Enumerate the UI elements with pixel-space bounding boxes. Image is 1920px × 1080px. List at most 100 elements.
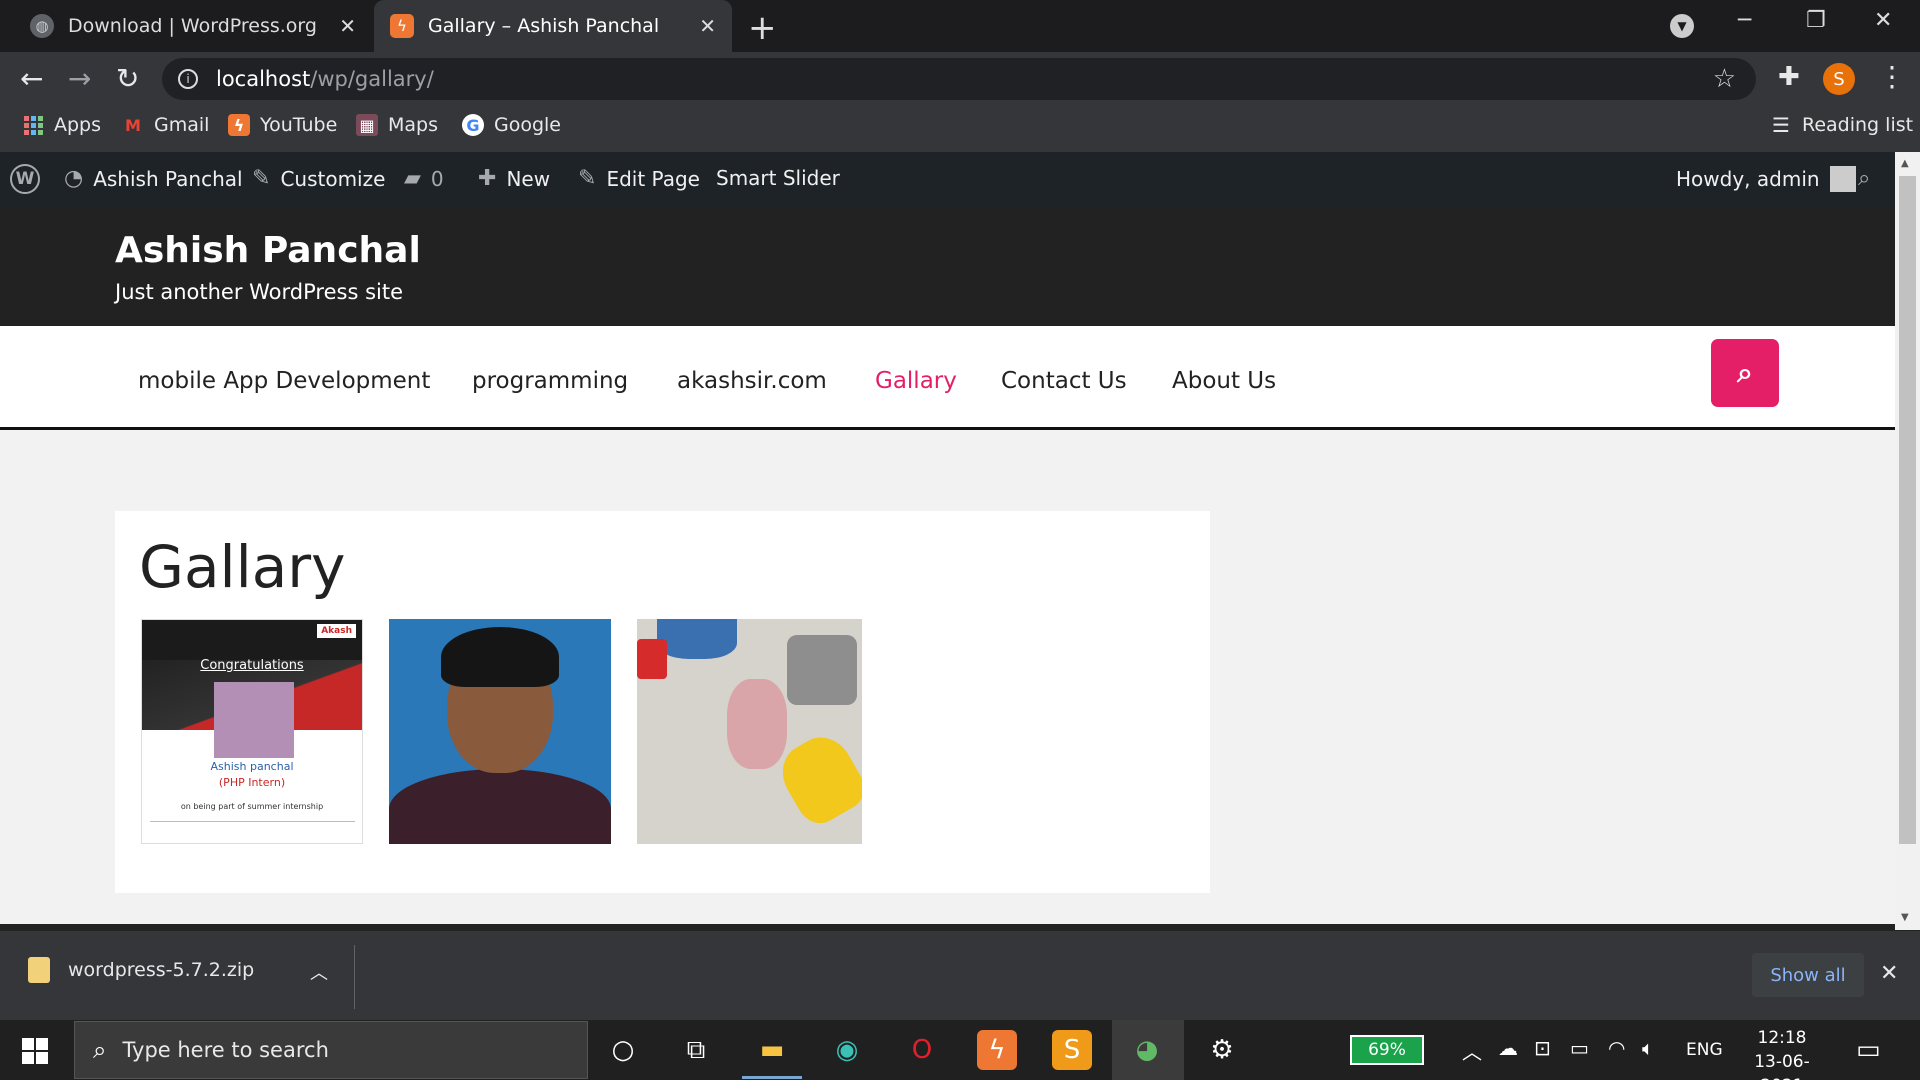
download-bar: wordpress-5.7.2.zip ︿ Show all ✕ bbox=[0, 930, 1920, 1020]
bookmark-youtube[interactable]: ϟ YouTube bbox=[228, 114, 337, 136]
bookmark-gmail[interactable]: M Gmail bbox=[122, 114, 209, 136]
admin-customize[interactable]: ✎ Customize bbox=[252, 166, 385, 191]
admin-search[interactable]: ⌕ bbox=[1858, 166, 1870, 191]
opera-icon[interactable]: O bbox=[902, 1030, 942, 1070]
tab-search-icon[interactable]: ▼ bbox=[1670, 14, 1694, 38]
bookmark-star-icon[interactable]: ☆ bbox=[1713, 64, 1736, 94]
notifications-icon[interactable]: ▭ bbox=[1856, 1035, 1881, 1065]
edge-icon[interactable]: ◉ bbox=[827, 1030, 867, 1070]
certificate-note: on being part of summer internship bbox=[180, 802, 324, 811]
portrait-hair bbox=[441, 627, 559, 687]
profile-avatar[interactable]: S bbox=[1823, 63, 1855, 95]
bookmark-maps[interactable]: ▦ Maps bbox=[356, 114, 438, 136]
language-indicator[interactable]: ENG bbox=[1686, 1040, 1723, 1060]
wp-logo-menu[interactable]: W bbox=[10, 164, 40, 194]
admin-site-name-label: Ashish Panchal bbox=[93, 166, 243, 191]
wp-admin-bar: W ◔ Ashish Panchal ✎ Customize ▰ 0 ✚ New… bbox=[0, 152, 1895, 208]
bookmark-label: Apps bbox=[54, 114, 102, 136]
dashboard-icon: ◔ bbox=[64, 166, 84, 191]
cleaning-sleeve bbox=[657, 619, 737, 659]
battery-icon[interactable]: ▭ bbox=[1570, 1036, 1589, 1060]
taskbar-search-box[interactable]: ⌕ Type here to search bbox=[74, 1021, 588, 1079]
file-explorer-icon[interactable]: ▬ bbox=[752, 1030, 792, 1070]
close-icon[interactable]: ✕ bbox=[699, 14, 716, 38]
page-title: Gallary bbox=[139, 533, 346, 601]
bookmark-label: Gmail bbox=[154, 114, 210, 136]
download-divider bbox=[354, 945, 355, 1009]
tab-gallary[interactable]: ϟ Gallary – Ashish Panchal ✕ bbox=[374, 0, 732, 52]
admin-comments[interactable]: ▰ 0 bbox=[404, 166, 444, 191]
bookmark-apps[interactable]: Apps bbox=[22, 114, 101, 136]
menu-item-mobile-app-development[interactable]: mobile App Development bbox=[138, 368, 430, 394]
reading-list-label: Reading list bbox=[1802, 114, 1914, 136]
tab-wordpress-download[interactable]: ◍ Download | WordPress.org ✕ bbox=[14, 0, 372, 52]
smart-slider-label: Smart Slider bbox=[716, 166, 840, 190]
certificate-role: (PHP Intern) bbox=[218, 776, 286, 789]
gallery-image-certificate[interactable]: Akash Congratulations Ashish panchal (PH… bbox=[141, 619, 363, 844]
menu-item-contact-us[interactable]: Contact Us bbox=[1001, 368, 1127, 394]
menu-kebab-icon[interactable]: ⋮ bbox=[1878, 60, 1906, 93]
gallery-image-cleaning[interactable] bbox=[637, 619, 862, 844]
back-icon[interactable]: ← bbox=[20, 62, 43, 95]
extensions-icon[interactable]: ✚ bbox=[1778, 62, 1800, 92]
info-icon[interactable]: i bbox=[178, 69, 198, 89]
menu-item-programming[interactable]: programming bbox=[472, 368, 628, 394]
reading-list[interactable]: ☰ Reading list bbox=[1770, 113, 1914, 137]
new-tab-button[interactable]: + bbox=[748, 8, 777, 48]
chevron-up-icon[interactable]: ︿ bbox=[310, 959, 328, 985]
onedrive-cloud-icon[interactable]: ☁ bbox=[1498, 1036, 1518, 1060]
volume-icon[interactable]: 🔈︎ bbox=[1642, 1036, 1654, 1060]
gmail-icon: M bbox=[125, 115, 141, 135]
restore-icon[interactable]: ❐ bbox=[1806, 8, 1826, 33]
settings-gear-icon[interactable]: ⚙ bbox=[1202, 1030, 1242, 1070]
system-clock[interactable]: 12:18 13-06-2021 bbox=[1734, 1026, 1830, 1080]
admin-new[interactable]: ✚ New bbox=[478, 166, 550, 191]
admin-account[interactable]: Howdy, admin bbox=[1676, 166, 1856, 192]
scrollbar-thumb[interactable] bbox=[1899, 176, 1916, 844]
pencil-icon: ✎ bbox=[578, 166, 597, 191]
show-all-button[interactable]: Show all bbox=[1752, 953, 1864, 997]
admin-site-name[interactable]: ◔ Ashish Panchal bbox=[64, 166, 243, 191]
window-close-icon[interactable]: ✕ bbox=[1874, 8, 1892, 33]
forward-icon[interactable]: → bbox=[68, 62, 91, 95]
windows-start-icon[interactable] bbox=[22, 1038, 48, 1064]
admin-smart-slider[interactable]: Smart Slider bbox=[716, 166, 840, 190]
scroll-up-icon[interactable]: ▲ bbox=[1901, 158, 1909, 169]
sublime-text-icon[interactable]: S bbox=[1052, 1030, 1092, 1070]
cleaning-bucket bbox=[787, 635, 857, 705]
site-title[interactable]: Ashish Panchal bbox=[115, 230, 421, 271]
scroll-down-icon[interactable]: ▼ bbox=[1901, 912, 1909, 923]
menu-item-about-us[interactable]: About Us bbox=[1172, 368, 1276, 394]
admin-edit-page[interactable]: ✎ Edit Page bbox=[578, 166, 700, 191]
menu-item-gallary[interactable]: Gallary bbox=[875, 368, 957, 394]
close-icon[interactable]: ✕ bbox=[339, 14, 356, 38]
gallery-image-portrait[interactable] bbox=[389, 619, 611, 844]
reload-icon[interactable]: ↻ bbox=[116, 62, 139, 95]
search-button[interactable]: ⌕ bbox=[1711, 339, 1779, 407]
xampp-icon: ϟ bbox=[228, 114, 250, 136]
network-alert-icon[interactable]: ⊡ bbox=[1534, 1036, 1551, 1060]
certificate-heading: Congratulations bbox=[200, 658, 304, 673]
content-card: Gallary Akash Congratulations Ashish pan… bbox=[115, 511, 1210, 893]
address-bar[interactable]: i localhost/wp/gallary/ ☆ bbox=[162, 58, 1756, 100]
site-description: Just another WordPress site bbox=[115, 280, 404, 304]
cortana-icon[interactable]: ○ bbox=[603, 1030, 643, 1070]
close-icon[interactable]: ✕ bbox=[1880, 961, 1898, 986]
chevron-up-icon[interactable]: ︿ bbox=[1462, 1036, 1482, 1065]
url-text[interactable]: localhost/wp/gallary/ bbox=[216, 67, 434, 91]
search-icon: ⌕ bbox=[1858, 166, 1871, 191]
battery-indicator[interactable]: 69% bbox=[1350, 1035, 1424, 1065]
page-scrollbar[interactable]: ▲ ▼ bbox=[1895, 152, 1920, 930]
apps-grid-icon bbox=[22, 114, 44, 136]
google-icon: G bbox=[462, 114, 484, 136]
search-icon: ⌕ bbox=[1737, 356, 1753, 389]
portrait-shirt bbox=[389, 769, 611, 844]
menu-item-akashsir[interactable]: akashsir.com bbox=[677, 368, 827, 394]
wifi-icon[interactable]: ◠ bbox=[1608, 1036, 1625, 1060]
zip-file-icon bbox=[28, 957, 50, 983]
xampp-icon[interactable]: ϟ bbox=[977, 1030, 1017, 1070]
download-item[interactable]: wordpress-5.7.2.zip bbox=[28, 957, 254, 983]
task-view-icon[interactable]: ⧉ bbox=[676, 1030, 716, 1070]
bookmark-google[interactable]: G Google bbox=[462, 114, 561, 136]
minimize-icon[interactable]: ─ bbox=[1738, 8, 1751, 33]
